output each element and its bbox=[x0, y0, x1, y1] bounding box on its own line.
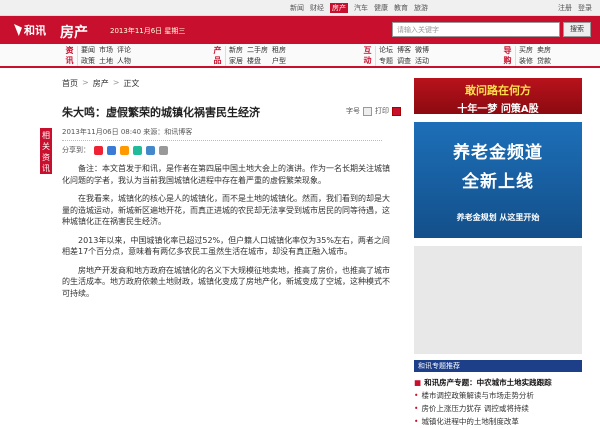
site-header: 和讯 房产 2013年11月6日 星期三 请输入关键字 搜索 bbox=[0, 16, 600, 44]
bullet-icon: • bbox=[414, 404, 419, 413]
ad-line: 养老金规划 从这里开始 bbox=[456, 213, 540, 222]
section-header: 和讯专题推荐 bbox=[414, 360, 582, 372]
top-link[interactable]: 新闻 bbox=[290, 3, 304, 13]
print-icon[interactable] bbox=[392, 106, 401, 116]
header-date: 2013年11月6日 星期三 bbox=[110, 27, 186, 35]
nav-item[interactable]: 微博 bbox=[415, 46, 429, 56]
ad-banner-astock[interactable]: 敢问路在何方 十年一梦 问策A股 bbox=[414, 78, 582, 115]
nav-item[interactable]: 要闻 bbox=[81, 46, 95, 56]
nav-group-guide: 导购 买房 卖房 装修 贷款 bbox=[500, 46, 551, 66]
article-body: 备注：本文首发于和讯，是作者在第四届中国土地大会上的演讲。作为一名长期关注城镇化… bbox=[62, 163, 392, 306]
nav-head[interactable]: 互动 bbox=[360, 46, 376, 66]
breadcrumb-separator: > bbox=[112, 78, 120, 87]
nav-item[interactable]: 专题 bbox=[379, 57, 393, 67]
print-label[interactable]: 打印 bbox=[375, 106, 389, 116]
nav-item[interactable]: 新房 bbox=[229, 46, 243, 56]
search-input[interactable]: 请输入关键字 bbox=[392, 22, 560, 37]
bullet-icon: ■ bbox=[414, 378, 422, 387]
login-link[interactable]: 登录 bbox=[578, 3, 592, 13]
nav-item[interactable]: 买房 bbox=[519, 46, 533, 56]
nav-item[interactable]: 博客 bbox=[397, 46, 411, 56]
font-size-label[interactable]: 字号 bbox=[346, 106, 360, 116]
breadcrumb-item[interactable]: 首页 bbox=[62, 78, 78, 89]
top-link[interactable]: 教育 bbox=[394, 3, 408, 13]
article-title: 朱大鸣：虚假繁荣的城镇化祸害民生经济 bbox=[62, 106, 260, 119]
bullet-icon: • bbox=[414, 417, 419, 426]
channel-name[interactable]: 房产 bbox=[60, 22, 88, 42]
nav-head[interactable]: 资讯 bbox=[62, 46, 78, 66]
nav-item[interactable]: 评论 bbox=[117, 46, 131, 56]
more-share-icon[interactable] bbox=[159, 145, 168, 155]
nav-group-interact: 互动 论坛 博客 微博 专题 调查 活动 bbox=[360, 46, 429, 66]
font-size-icon[interactable] bbox=[363, 106, 372, 116]
nav-item[interactable]: 装修 bbox=[519, 57, 533, 67]
nav-group-products: 产品 新房 二手房 租房 家居 楼盘 户型 bbox=[210, 46, 286, 66]
list-item[interactable]: • 房价上涨压力犹存 调控或将持续 bbox=[414, 402, 584, 415]
ad-line: 全新上线 bbox=[462, 172, 534, 192]
breadcrumb-item: 正文 bbox=[123, 79, 140, 88]
logo-text: 和讯 bbox=[24, 24, 46, 37]
nav-item[interactable]: 租房 bbox=[272, 46, 286, 56]
nav-item[interactable]: 户型 bbox=[272, 57, 286, 67]
share-bar: 分享到： bbox=[62, 145, 168, 155]
nav-head[interactable]: 导购 bbox=[500, 46, 516, 66]
breadcrumb-item[interactable]: 房产 bbox=[93, 78, 109, 89]
nav-item[interactable]: 活动 bbox=[415, 57, 429, 67]
nav-item[interactable]: 二手房 bbox=[247, 46, 268, 56]
ad-line: 敢问路在何方 bbox=[465, 84, 531, 97]
top-link[interactable]: 财经 bbox=[310, 3, 324, 13]
nav-item[interactable]: 论坛 bbox=[379, 46, 393, 56]
bullet-icon: • bbox=[414, 391, 419, 400]
site-logo[interactable]: 和讯 bbox=[14, 20, 54, 40]
list-item[interactable]: ■ 和讯房产专题：中农城市土地实践跟踪 bbox=[414, 376, 584, 389]
ad-placeholder bbox=[414, 246, 582, 354]
list-item[interactable]: • 楼市调控政策解读与市场走势分析 bbox=[414, 389, 584, 402]
nav-item[interactable]: 卖房 bbox=[537, 46, 551, 56]
nav-item[interactable]: 楼盘 bbox=[247, 57, 268, 67]
nav-item[interactable]: 人物 bbox=[117, 57, 131, 67]
article-paragraph: 房地产开发商和地方政府在城镇化的名义下大规模征地卖地，推高了房价，也推高了城市的… bbox=[62, 265, 390, 298]
article-paragraph: 备注：本文首发于和讯，是作者在第四届中国土地大会上的演讲。作为一名长期关注城镇化… bbox=[62, 164, 390, 185]
nav-group-news: 资讯 要闻 市场 评论 政策 土地 人物 bbox=[62, 46, 131, 66]
renren-icon[interactable] bbox=[120, 145, 129, 155]
nav-item[interactable]: 土地 bbox=[99, 57, 113, 67]
login-links: 注册 登录 bbox=[558, 3, 592, 13]
ad-banner-pension[interactable]: 养老金频道 全新上线 养老金规划 从这里开始 bbox=[414, 122, 582, 238]
breadcrumb: 首页 > 房产 > 正文 bbox=[62, 78, 139, 89]
article-paragraph: 2013年以来，中国城镇化率已超过52%，但户籍人口城镇化率仅为35%左右，两者… bbox=[62, 235, 390, 257]
nav-item[interactable]: 贷款 bbox=[537, 57, 551, 67]
main-nav: 资讯 要闻 市场 评论 政策 土地 人物 产品 新房 二手房 租房 家居 楼盘 … bbox=[0, 44, 600, 68]
article-paragraph: 在我看来，城镇化的核心是人的城镇化，而不是土地的城镇化。然而，我们看到的却是大量… bbox=[62, 194, 390, 226]
nav-head[interactable]: 产品 bbox=[210, 46, 226, 66]
top-bar: 新闻 财经 房产 汽车 健康 教育 旅游 注册 登录 bbox=[0, 0, 600, 16]
nav-item[interactable]: 政策 bbox=[81, 57, 95, 67]
top-links: 新闻 财经 房产 汽车 健康 教育 旅游 bbox=[290, 3, 428, 13]
ad-line: 十年一梦 问策A股 bbox=[457, 104, 539, 115]
top-link-active[interactable]: 房产 bbox=[330, 3, 348, 13]
related-list: ■ 和讯房产专题：中农城市土地实践跟踪 • 楼市调控政策解读与市场走势分析 • 房价上… bbox=[414, 376, 584, 428]
qzone-icon[interactable] bbox=[107, 145, 116, 155]
top-link[interactable]: 汽车 bbox=[354, 3, 368, 13]
article-tools: 字号 打印 bbox=[346, 106, 401, 116]
logo-mark-icon bbox=[14, 24, 22, 36]
tencent-icon[interactable] bbox=[146, 145, 155, 155]
weibo-icon[interactable] bbox=[94, 145, 103, 155]
register-link[interactable]: 注册 bbox=[558, 3, 572, 13]
wechat-icon[interactable] bbox=[133, 145, 142, 155]
top-link[interactable]: 旅游 bbox=[414, 3, 428, 13]
list-item[interactable]: • 城镇化进程中的土地制度改革 bbox=[414, 415, 584, 428]
side-tab[interactable]: 相关资讯 bbox=[40, 128, 52, 174]
breadcrumb-separator: > bbox=[82, 78, 89, 87]
nav-item[interactable]: 市场 bbox=[99, 46, 113, 56]
search-button[interactable]: 搜索 bbox=[563, 22, 591, 37]
nav-item[interactable]: 家居 bbox=[229, 57, 243, 67]
article-meta: 2013年11月06日 08:40 来源：和讯博客 bbox=[62, 127, 382, 141]
top-link[interactable]: 健康 bbox=[374, 3, 388, 13]
nav-item[interactable]: 调查 bbox=[397, 57, 411, 67]
share-label: 分享到： bbox=[62, 146, 90, 154]
ad-line: 养老金频道 bbox=[453, 143, 543, 163]
